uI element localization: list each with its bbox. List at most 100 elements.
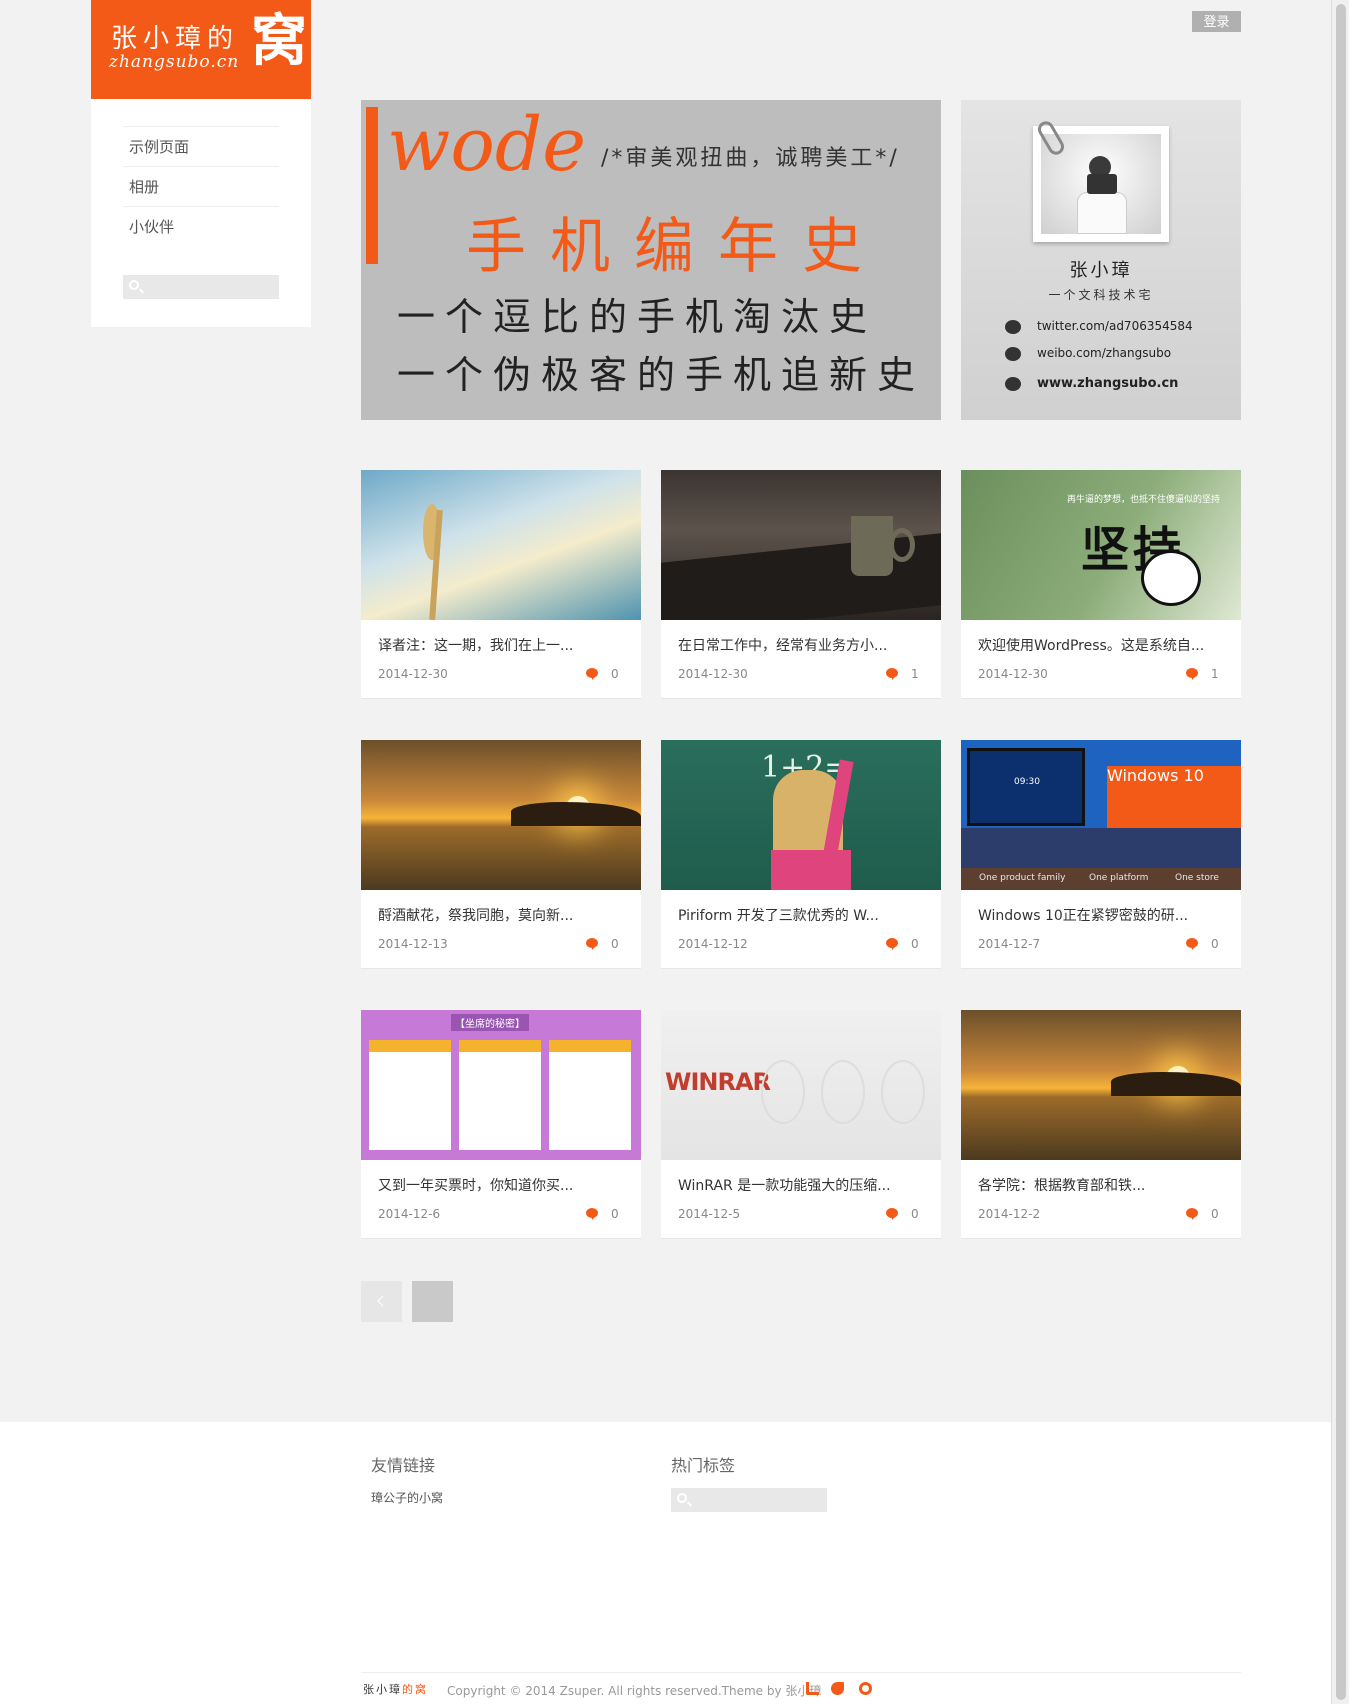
left-sidebar: 张小璋的 zhangsubo.cn 窝 示例页面 相册 小伙伴 bbox=[91, 0, 311, 327]
post-date: 2014-12-12 bbox=[678, 937, 748, 951]
globe-icon bbox=[1005, 377, 1021, 391]
hero-accent-bar bbox=[366, 107, 378, 264]
comment-count: 0 bbox=[911, 937, 919, 951]
next-page-button[interactable] bbox=[412, 1281, 453, 1322]
post-thumbnail[interactable]: WINRAR bbox=[661, 1010, 941, 1160]
comment-icon bbox=[886, 668, 898, 680]
site-logo[interactable]: 张小璋的 zhangsubo.cn 窝 bbox=[91, 0, 311, 99]
profile-card: 张小璋 一个文科技术宅 twitter.com/ad706354584 weib… bbox=[961, 100, 1241, 420]
post-card[interactable]: 再牛逼的梦想，也抵不住傻逼似的坚持 坚持 欢迎使用WordPress。这是系统自… bbox=[961, 470, 1241, 699]
comment-count: 0 bbox=[1211, 1207, 1219, 1221]
page-scrollbar[interactable] bbox=[1331, 0, 1349, 1704]
thumb-header: 【坐席的秘密】 bbox=[451, 1014, 529, 1031]
comment-icon bbox=[886, 1208, 898, 1220]
camera-icon bbox=[1087, 174, 1117, 194]
sidebar-item-sample-page[interactable]: 示例页面 bbox=[123, 126, 279, 166]
comment-icon bbox=[586, 938, 598, 950]
hero-banner[interactable]: wode /*审美观扭曲，诚聘美工*/ 手机编年史 一个逗比的手机淘汰史 一个伪… bbox=[361, 100, 941, 420]
post-title[interactable]: WinRAR 是一款功能强大的压缩... bbox=[678, 1175, 891, 1195]
post-card[interactable]: 译者注：这一期，我们在上一... 2014-12-30 0 bbox=[361, 470, 641, 699]
post-card[interactable]: 各学院：根据教育部和铁... 2014-12-2 0 bbox=[961, 1010, 1241, 1239]
twitter-icon bbox=[1005, 320, 1021, 334]
post-card[interactable]: 【坐席的秘密】 又到一年买票时，你知道你买... 2014-12-6 0 bbox=[361, 1010, 641, 1239]
hot-tags-heading: 热门标签 bbox=[671, 1456, 736, 1475]
hero-wode: wode bbox=[387, 102, 587, 188]
monitor-icon: 09:30 bbox=[967, 748, 1085, 826]
comment-icon bbox=[1186, 938, 1198, 950]
post-card[interactable]: 1+2= Piriform 开发了三款优秀的 W... 2014-12-12 0 bbox=[661, 740, 941, 969]
hero-note: /*审美观扭曲，诚聘美工*/ bbox=[601, 146, 900, 171]
logo-big-char: 窝 bbox=[251, 9, 307, 74]
thumb-caption: 再牛逼的梦想，也抵不住傻逼似的坚持 bbox=[1067, 495, 1221, 505]
post-date: 2014-12-5 bbox=[678, 1207, 741, 1221]
comment-count: 0 bbox=[911, 1207, 919, 1221]
scrollbar-thumb[interactable] bbox=[1336, 4, 1346, 1700]
rss-icon[interactable] bbox=[806, 1682, 819, 1695]
sidebar-item-album[interactable]: 相册 bbox=[123, 166, 279, 206]
hero-title: 手机编年史 bbox=[466, 212, 886, 282]
profile-subtitle: 一个文科技术宅 bbox=[1048, 288, 1154, 302]
comment-icon bbox=[1186, 1208, 1198, 1220]
post-title[interactable]: Piriform 开发了三款优秀的 W... bbox=[678, 905, 879, 925]
comment-icon bbox=[886, 938, 898, 950]
post-card[interactable]: WINRAR WinRAR 是一款功能强大的压缩... 2014-12-5 0 bbox=[661, 1010, 941, 1239]
friend-links-heading: 友情链接 bbox=[371, 1456, 436, 1475]
twitter-icon[interactable] bbox=[831, 1682, 844, 1695]
post-card[interactable]: 09:30 Windows 10 One product family One … bbox=[961, 740, 1241, 969]
post-date: 2014-12-7 bbox=[978, 937, 1041, 951]
comment-count: 0 bbox=[1211, 937, 1219, 951]
sidebar-item-friends[interactable]: 小伙伴 bbox=[123, 206, 279, 246]
footer-divider bbox=[361, 1672, 1241, 1673]
weibo-icon[interactable] bbox=[859, 1682, 872, 1695]
hero-line1: 一个逗比的手机淘汰史 bbox=[397, 295, 878, 339]
comment-count: 0 bbox=[611, 667, 619, 681]
coffee-mug-icon bbox=[851, 516, 915, 576]
post-title[interactable]: 译者注：这一期，我们在上一... bbox=[378, 635, 573, 655]
footer-search-input[interactable] bbox=[671, 1488, 827, 1512]
comment-count: 1 bbox=[1211, 667, 1219, 681]
post-thumbnail[interactable]: 【坐席的秘密】 bbox=[361, 1010, 641, 1160]
post-date: 2014-12-30 bbox=[678, 667, 748, 681]
search-icon bbox=[129, 280, 139, 290]
login-button[interactable]: 登录 bbox=[1192, 11, 1241, 32]
footer: 友情链接 璋公子的小窝 热门标签 张小璋的窝 Copyright © 2014 … bbox=[0, 1422, 1331, 1704]
comment-icon bbox=[586, 1208, 598, 1220]
post-date: 2014-12-2 bbox=[978, 1207, 1041, 1221]
post-thumbnail[interactable]: 1+2= bbox=[661, 740, 941, 890]
thumb-clock: 09:30 bbox=[1014, 777, 1040, 787]
copyright-text: Copyright © 2014 Zsuper. All rights rese… bbox=[447, 1684, 822, 1698]
post-title[interactable]: Windows 10正在紧锣密鼓的研... bbox=[978, 905, 1188, 925]
post-date: 2014-12-6 bbox=[378, 1207, 441, 1221]
hero-line2: 一个伪极客的手机追新史 bbox=[397, 353, 926, 397]
comment-icon bbox=[1186, 668, 1198, 680]
sidebar-nav: 示例页面 相册 小伙伴 bbox=[123, 126, 279, 246]
post-thumbnail[interactable] bbox=[961, 1010, 1241, 1160]
weibo-icon bbox=[1005, 347, 1021, 361]
post-date: 2014-12-30 bbox=[978, 667, 1048, 681]
post-thumbnail[interactable]: 09:30 Windows 10 One product family One … bbox=[961, 740, 1241, 890]
prev-page-button[interactable] bbox=[361, 1281, 402, 1322]
footer-logo[interactable]: 张小璋的窝 bbox=[363, 1681, 428, 1697]
post-card[interactable]: 酹酒献花，祭我同胞，莫向新... 2014-12-13 0 bbox=[361, 740, 641, 969]
comment-count: 0 bbox=[611, 1207, 619, 1221]
post-title[interactable]: 各学院：根据教育部和铁... bbox=[978, 1175, 1145, 1195]
sidebar-search-input[interactable] bbox=[123, 275, 279, 299]
post-thumbnail[interactable] bbox=[361, 470, 641, 620]
logo-line1: 张小璋的 bbox=[111, 24, 240, 54]
post-title[interactable]: 在日常工作中，经常有业务方小... bbox=[678, 635, 887, 655]
post-card[interactable]: 在日常工作中，经常有业务方小... 2014-12-30 1 bbox=[661, 470, 941, 699]
post-thumbnail[interactable]: 再牛逼的梦想，也抵不住傻逼似的坚持 坚持 bbox=[961, 470, 1241, 620]
post-thumbnail[interactable] bbox=[661, 470, 941, 620]
profile-name: 张小璋 bbox=[1069, 260, 1133, 281]
post-title[interactable]: 又到一年买票时，你知道你买... bbox=[378, 1175, 573, 1195]
post-title[interactable]: 酹酒献花，祭我同胞，莫向新... bbox=[378, 905, 573, 925]
logo-line2: zhangsubo.cn bbox=[109, 52, 240, 72]
post-date: 2014-12-30 bbox=[378, 667, 448, 681]
friend-link[interactable]: 璋公子的小窝 bbox=[371, 1489, 443, 1506]
comment-count: 1 bbox=[911, 667, 919, 681]
panda-icon bbox=[1141, 550, 1201, 606]
post-title[interactable]: 欢迎使用WordPress。这是系统自... bbox=[978, 635, 1204, 655]
post-thumbnail[interactable] bbox=[361, 740, 641, 890]
search-icon bbox=[677, 1493, 687, 1503]
comment-icon bbox=[586, 668, 598, 680]
